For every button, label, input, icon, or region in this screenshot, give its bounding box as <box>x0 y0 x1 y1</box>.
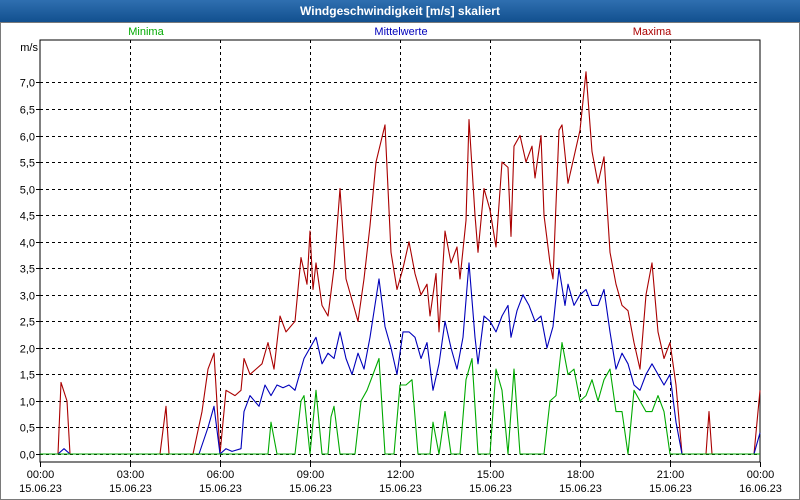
x-tick-label-date: 16.06.23 <box>739 483 782 495</box>
legend-label-maxima: Maxima <box>633 26 672 38</box>
y-tick-label: 6,5 <box>20 105 35 117</box>
y-tick-label: 6,0 <box>20 132 35 144</box>
y-tick-label: 7,0 <box>20 78 35 90</box>
y-tick-label: 4,0 <box>20 238 35 250</box>
x-tick-label-date: 15.06.23 <box>289 483 332 495</box>
y-tick-label: 4,5 <box>20 211 35 223</box>
x-tick-label-time: 06:00 <box>207 469 235 481</box>
legend-label-mittelwerte: Mittelwerte <box>374 26 427 38</box>
x-tick-label-date: 15.06.23 <box>379 483 422 495</box>
window-title: Windgeschwindigkeit [m/s] skaliert <box>0 0 800 22</box>
wind-speed-chart: 0,0 0,5 1,0 1,5 2,0 2,5 3,0 3,5 4,0 4,5 5,0 5,5 6,0 6… <box>19 26 782 495</box>
x-tick-label-date: 15.06.23 <box>469 483 512 495</box>
x-tick-label-time: 18:00 <box>567 469 595 481</box>
x-tick-label-date: 15.06.23 <box>559 483 602 495</box>
y-tick-label: 1,0 <box>20 397 35 409</box>
x-tick-label-date: 15.06.23 <box>19 483 62 495</box>
x-tick-label-time: 03:00 <box>117 469 145 481</box>
chart-window: Windgeschwindigkeit [m/s] skaliert 0,0 0,… <box>0 0 800 500</box>
legend-label-minima: Minima <box>128 26 164 38</box>
y-tick-label: 1,5 <box>20 370 35 382</box>
y-tick-label: 3,0 <box>20 291 35 303</box>
y-axis-unit-label: m/s <box>20 42 38 54</box>
x-tick-label-time: 12:00 <box>387 469 415 481</box>
x-tick-label-date: 15.06.23 <box>649 483 692 495</box>
x-tick-label-date: 15.06.23 <box>199 483 242 495</box>
y-tick-label: 5,0 <box>20 185 35 197</box>
x-tick-label-time: 09:00 <box>297 469 325 481</box>
y-tick-label: 2,5 <box>20 317 35 329</box>
y-tick-label: 0,0 <box>20 450 35 462</box>
y-tick-label: 2,0 <box>20 344 35 356</box>
x-tick-label-time: 00:00 <box>27 469 55 481</box>
x-tick-label-time: 15:00 <box>477 469 505 481</box>
x-tick-label-time: 00:00 <box>747 469 775 481</box>
y-tick-label: 0,5 <box>20 423 35 435</box>
x-tick-label-date: 15.06.23 <box>109 483 152 495</box>
y-tick-label: 5,5 <box>20 158 35 170</box>
x-tick-label-time: 21:00 <box>657 469 685 481</box>
y-tick-label: 3,5 <box>20 264 35 276</box>
